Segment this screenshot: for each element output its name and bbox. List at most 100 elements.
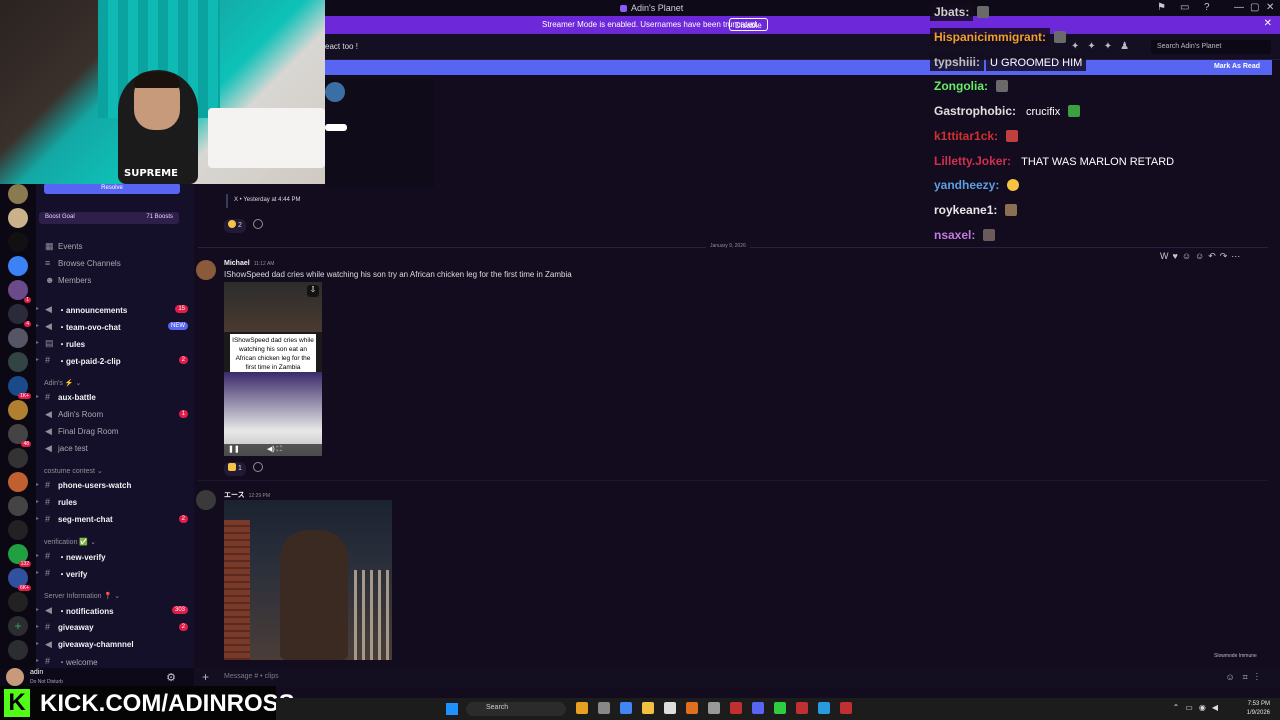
composer-icons[interactable]: ☺⌗⁝ (1225, 672, 1266, 683)
message-composer[interactable]: + Message # • clips ☺⌗⁝ (194, 668, 1280, 688)
app-icon[interactable] (598, 702, 610, 714)
app-icon[interactable] (686, 702, 698, 714)
taskbar-search[interactable]: Search (466, 702, 566, 716)
voice-channel-jace-test[interactable]: ◀ jace test (36, 442, 188, 456)
resolve-button[interactable]: Resolve (44, 183, 180, 194)
channel-phone-users-watch[interactable]: ▸ # phone-users-watch (36, 479, 188, 493)
add-reaction-icon[interactable] (252, 219, 263, 229)
avatar[interactable] (196, 260, 216, 280)
message-toolbar[interactable]: W♥☺☺↶↷⋯ (1160, 251, 1266, 265)
header-toolbar-icons[interactable]: ✦✦✦♟ (1071, 41, 1137, 52)
server-icon[interactable] (8, 184, 28, 204)
discover-icon[interactable] (8, 640, 28, 660)
server-icon[interactable] (8, 208, 28, 228)
gear-icon[interactable]: ⚙ (166, 671, 176, 684)
reaction-pill[interactable]: 1 (224, 462, 246, 476)
channel-verify[interactable]: ▸ # ・verify (36, 567, 188, 581)
folder-icon[interactable] (642, 702, 654, 714)
voice-channel-final-drag-room[interactable]: ◀ Final Drag Room (36, 425, 188, 439)
search-input[interactable]: Search Adin's Planet (1151, 40, 1271, 54)
channel-notifications[interactable]: ▸ ◀ ・notifications 303 (36, 604, 188, 618)
author-name[interactable]: Michael (224, 260, 250, 267)
category-server-information[interactable]: Server Information 📍 ⌄ (44, 592, 120, 600)
channel-welcome[interactable]: ▸ # ・welcome (36, 655, 188, 669)
server-icon[interactable] (8, 496, 28, 516)
server-icon[interactable] (8, 520, 28, 540)
channel-giveaway[interactable]: ▸ # giveaway 2 (36, 621, 188, 635)
sidebar-item-events[interactable]: ▦ Events (36, 240, 188, 254)
category-adins[interactable]: Adin's ⚡ ⌄ (44, 379, 81, 387)
server-icon[interactable]: 1K+ (8, 376, 31, 399)
app-icon[interactable] (796, 702, 808, 714)
server-icon[interactable]: 48 (8, 424, 31, 447)
maximize-button[interactable]: ▢ (1250, 2, 1259, 13)
app-icon[interactable] (576, 702, 588, 714)
server-icon[interactable]: 132 (8, 544, 31, 567)
server-icon[interactable] (8, 448, 28, 468)
sidebar-item-browse-channels[interactable]: ≡ Browse Channels (36, 257, 188, 271)
chrome-icon[interactable] (620, 702, 632, 714)
server-folder-icon[interactable] (8, 592, 28, 612)
channel-announcements[interactable]: ▸ ◀ ・announcements 15 (36, 303, 188, 317)
prior-embed-image[interactable] (325, 78, 435, 188)
help-icon[interactable]: ? (1204, 2, 1210, 13)
video-attachment[interactable]: IShowSpeed dad cries while watching his … (224, 282, 322, 456)
embed-profile-pill[interactable] (325, 124, 347, 131)
attach-plus-icon[interactable]: + (202, 670, 209, 684)
channel-get-paid-2-clip[interactable]: ▸ # ・get-paid-2-clip 2 (36, 354, 188, 368)
channel-new-verify[interactable]: ▸ # ・new-verify (36, 550, 188, 564)
server-icon[interactable] (8, 328, 28, 348)
screen-icon[interactable]: ▭ (1180, 2, 1189, 13)
voice-channel-adins-room[interactable]: ◀ Adin's Room 1 (36, 408, 188, 422)
add-reaction-icon[interactable] (252, 462, 263, 472)
avatar[interactable] (196, 490, 216, 510)
app-icon[interactable] (730, 702, 742, 714)
discord-icon[interactable] (752, 702, 764, 714)
app-icon[interactable] (664, 702, 676, 714)
server-icon[interactable] (8, 256, 28, 276)
disable-streamer-mode-button[interactable]: Disable (729, 18, 768, 31)
category-verification[interactable]: verification ✅ ⌄ (44, 538, 96, 546)
minimize-button[interactable]: — (1234, 2, 1244, 13)
composer-placeholder[interactable]: Message # • clips (224, 673, 279, 680)
app-icon[interactable] (774, 702, 786, 714)
boost-goal[interactable]: Boost Goal 71 Boosts (39, 212, 179, 224)
channel-aux-battle[interactable]: ▸ # aux-battle (36, 391, 188, 405)
app-icon[interactable] (818, 702, 830, 714)
app-icon[interactable] (708, 702, 720, 714)
taskbar-apps[interactable] (576, 702, 862, 717)
mark-as-read-button[interactable]: Mark As Read (1214, 63, 1260, 70)
image-attachment[interactable] (224, 500, 392, 660)
server-icon[interactable] (8, 232, 28, 252)
sidebar-item-members[interactable]: ☻ Members (36, 274, 188, 288)
server-icon[interactable] (8, 352, 28, 372)
username[interactable]: adin (30, 669, 43, 676)
new-messages-bar[interactable]: Mark As Read (194, 60, 1272, 75)
channel-seg-ment-chat[interactable]: ▸ # seg-ment-chat 2 (36, 513, 188, 527)
server-icon[interactable] (8, 400, 28, 420)
channel-giveaway-chamnnel[interactable]: ▸ ◀ giveaway-chamnnel (36, 638, 188, 652)
download-icon[interactable]: ⇩ (307, 285, 319, 297)
close-window-button[interactable]: ✕ (1266, 2, 1274, 13)
server-icon[interactable]: 4 (8, 304, 31, 327)
category-costume-contest[interactable]: costume contest ⌄ (44, 467, 103, 475)
server-icon[interactable]: 1 (8, 280, 31, 303)
system-tray[interactable]: ⌃▭◉◀ (1173, 703, 1224, 712)
inbox-icon[interactable]: ⚑ (1157, 2, 1166, 13)
server-icon[interactable] (8, 472, 28, 492)
banner-close-icon[interactable]: ✕ (1264, 18, 1272, 29)
message-author[interactable]: エース 12:29 PM (224, 490, 270, 500)
message-author[interactable]: Michael 11:12 AM (224, 260, 274, 267)
channel-rules[interactable]: ▸ ▤ ・rules (36, 337, 188, 351)
reaction-pill[interactable]: 2 (224, 219, 246, 233)
taskbar-clock[interactable]: 7:53 PM 1/9/2026 (1247, 700, 1270, 718)
windows-start-icon[interactable] (446, 703, 458, 715)
author-name[interactable]: エース (224, 492, 245, 499)
server-icon[interactable]: 6K+ (8, 568, 31, 591)
channel-rules-costume[interactable]: ▸ # rules (36, 496, 188, 510)
app-icon[interactable] (840, 702, 852, 714)
video-controls[interactable]: ❚❚ ◀) ⛶ (224, 444, 322, 456)
add-server-icon[interactable]: + (8, 616, 28, 636)
channel-team-ovo-chat[interactable]: ▸ ◀ ・team-ovo-chat NEW (36, 320, 188, 334)
avatar[interactable] (6, 668, 24, 686)
